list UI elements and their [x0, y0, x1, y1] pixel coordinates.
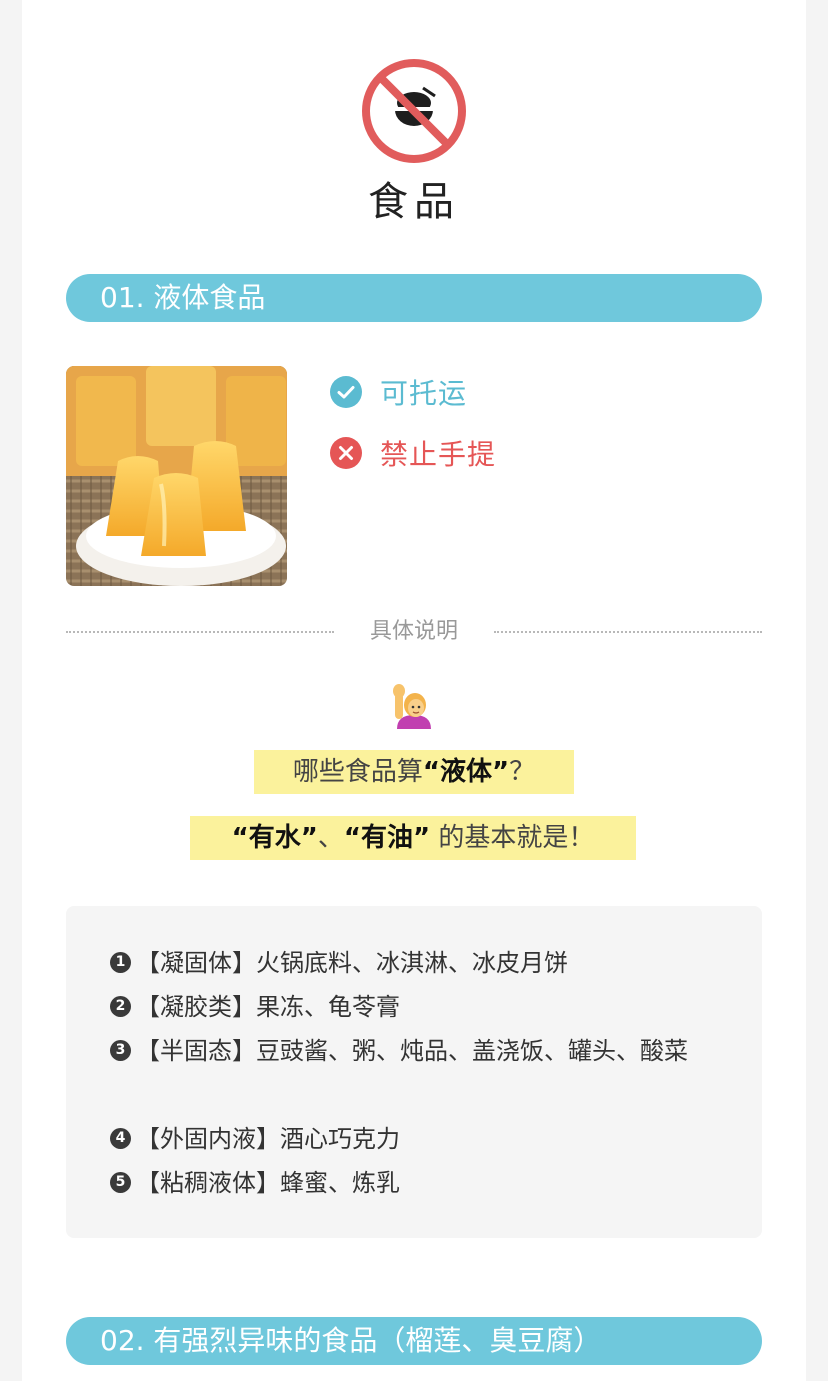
list-item: 5 【粘稠液体】蜂蜜、炼乳 — [110, 1161, 710, 1205]
question-bold: “液体” — [422, 757, 510, 787]
check-icon — [330, 376, 362, 408]
answer-highlight: “有水”、“有油” 的基本就是！ — [190, 816, 636, 860]
list-item-text: 【粘稠液体】蜂蜜、炼乳 — [136, 1169, 400, 1197]
list-number-badge: 5 — [110, 1172, 131, 1193]
allowed-label: 可托运 — [380, 377, 468, 410]
no-food-icon — [362, 59, 466, 163]
status-carry-on-forbidden: 禁止手提 — [330, 433, 496, 473]
question-prefix: 哪些食品算 — [292, 757, 423, 787]
list-item-text: 【外固内液】酒心巧克力 — [136, 1125, 400, 1153]
status-checked-allowed: 可托运 — [330, 372, 467, 412]
list-item-text: 【凝固体】火锅底料、冰淇淋、冰皮月饼 — [136, 949, 568, 977]
liquid-food-list: 1 【凝固体】火锅底料、冰淇淋、冰皮月饼 2 【凝胶类】果冻、龟苓膏 3 【半固… — [66, 906, 762, 1238]
list-item-text: 【半固态】豆豉酱、粥、炖品、盖浇饭、罐头、酸菜 — [136, 1037, 688, 1065]
cross-icon — [330, 437, 362, 469]
section-banner-strong-odor-food: 02. 有强烈异味的食品（榴莲、臭豆腐） — [66, 1317, 762, 1365]
list-item-text: 【凝胶类】果冻、龟苓膏 — [136, 993, 400, 1021]
list-number-badge: 4 — [110, 1128, 131, 1149]
page-title: 食品 — [368, 179, 460, 225]
list-item: 2 【凝胶类】果冻、龟苓膏 — [110, 985, 710, 1029]
list-number-badge: 2 — [110, 996, 131, 1017]
forbidden-label: 禁止手提 — [380, 438, 497, 471]
page: 食品 01. 液体食品 可托运 禁止手提 具体说明 哪些食品算“液体”？ “有水… — [22, 0, 806, 1381]
answer-suffix: 的基本就是！ — [430, 823, 595, 853]
divider-label: 具体说明 — [369, 619, 458, 644]
list-item: 4 【外固内液】酒心巧克力 — [110, 1117, 710, 1161]
list-item: 3 【半固态】豆豉酱、粥、炖品、盖浇饭、罐头、酸菜 — [110, 1029, 688, 1073]
list-item: 1 【凝固体】火锅底料、冰淇淋、冰皮月饼 — [110, 941, 710, 985]
question-highlight: 哪些食品算“液体”？ — [254, 750, 574, 794]
answer-bold-water: “有水” — [231, 823, 318, 853]
list-number-badge: 3 — [110, 1040, 131, 1061]
section-banner-liquid-food: 01. 液体食品 — [66, 274, 762, 322]
person-raising-hand-icon — [393, 684, 431, 729]
list-number-badge: 1 — [110, 952, 131, 973]
answer-bold-oil: “有油” — [343, 823, 431, 853]
question-suffix: ？ — [509, 757, 536, 787]
answer-separator: 、 — [317, 823, 344, 853]
jelly-food-image — [66, 366, 287, 586]
